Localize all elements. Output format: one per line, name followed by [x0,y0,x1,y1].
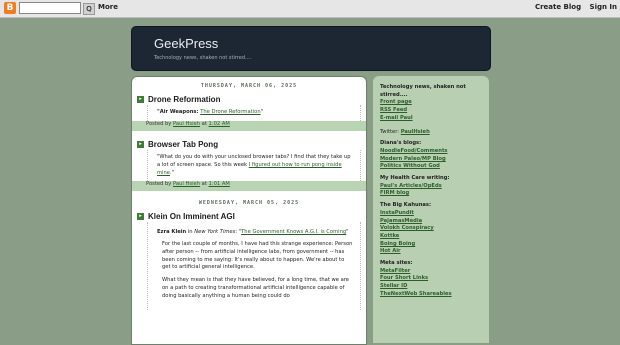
post-bullet-icon: ▸ [137,140,144,148]
blog-title[interactable]: GeekPress [154,36,218,51]
blogger-logo-icon[interactable]: B [4,2,16,14]
sign-in-link[interactable]: Sign In [590,3,617,11]
author-link[interactable]: Paul Hsieh [173,181,200,187]
sidebar-link[interactable]: Four Short Links [380,275,483,283]
sidebar-tagline: Technology news, shaken not stirred.... [380,84,466,98]
navbar-search-button[interactable]: Q [83,3,95,15]
intro-end: " [346,229,349,235]
post-link[interactable]: The Government Knows A.G.I. is Coming [241,229,346,235]
sidebar-link[interactable]: Politics Without God [380,163,483,171]
sidebar-link[interactable]: NoodleFood/Comments [380,148,483,156]
sidebar-link[interactable]: Kottke [380,233,483,241]
posted-by-label: Posted by [146,181,172,187]
sidebar-link[interactable]: Volokh Conspiracy [380,225,483,233]
post-intro: Ezra Klein in New York Times: "The Gover… [157,228,353,236]
post-body: "Air Weapons: The Drone Reformation" [147,105,361,121]
sidebar-link[interactable]: Paul's Articles/OpEds [380,183,483,191]
blog-header: GeekPress Technology news, shaken not st… [131,26,491,71]
sidebar-link[interactable]: PajamasMedia [380,218,483,226]
twitter-link[interactable]: PaulHsieh [401,129,430,135]
at-label: at [201,181,207,187]
sidebar-link-front-page[interactable]: Front page [380,99,483,107]
post-text-end: ." [169,170,175,176]
post-bullet-icon: ▸ [137,95,144,103]
post: ▸ Browser Tab Pong "What do you do with … [132,138,366,191]
post-bullet-icon: ▸ [137,212,144,220]
sidebar-link[interactable]: TheNextWeb Shareables [380,291,483,299]
sidebar: Technology news, shaken not stirred.... … [373,76,489,343]
dianas-blogs-heading: Diana's blogs: [380,140,422,147]
main-column: THURSDAY, MARCH 06, 2025 ▸ Drone Reforma… [131,76,367,345]
author-link[interactable]: Paul Hsieh [173,121,200,127]
sidebar-link[interactable]: Stellar ID [380,283,483,291]
quote-paragraph: For the last couple of months, I have ha… [162,241,353,271]
create-blog-link[interactable]: Create Blog [535,3,581,11]
sidebar-link[interactable]: MetaFilter [380,268,483,276]
at-label: at [201,121,207,127]
post-body: Ezra Klein in New York Times: "The Gover… [147,222,361,310]
blog-description: Technology news, shaken not stirred.... [154,55,252,61]
posted-by-label: Posted by [146,121,172,127]
intro-publication: New York Times [194,229,236,235]
sidebar-link[interactable]: Modern Paleo/MP Blog [380,156,483,164]
navbar-right-links: Create Blog Sign In [529,3,617,11]
health-care-heading: My Health Care writing: [380,175,450,182]
big-kahunas-heading: The Big Kahunas: [380,202,432,209]
twitter-label: Twitter: [380,128,401,135]
post-footer: Posted by Paul Hsieh at 1:02 AM [132,121,366,131]
sidebar-link[interactable]: InstaPundit [380,210,483,218]
post-footer: Posted by Paul Hsieh at 1:01 AM [132,181,366,191]
sidebar-link-rss[interactable]: RSS Feed [380,107,483,115]
sidebar-link-email[interactable]: E-mail Paul [380,115,483,123]
post-quote-label: "Air Weapons: [157,109,199,115]
blogger-navbar: B Q More Create Blog Sign In [0,0,620,18]
meta-sites-heading: Meta sites: [380,260,413,267]
post: ▸ Drone Reformation "Air Weapons: The Dr… [132,93,366,131]
post-time-link[interactable]: 1:02 AM [209,121,230,127]
sidebar-link[interactable]: Boing Boing [380,241,483,249]
sidebar-link[interactable]: FIRM blog [380,190,483,198]
post-title[interactable]: Klein On Imminent AGI [148,212,235,221]
navbar-search-input[interactable] [19,2,81,14]
post-title[interactable]: Drone Reformation [148,95,220,104]
date-header: WEDNESDAY, MARCH 05, 2025 [198,200,300,206]
post-title[interactable]: Browser Tab Pong [148,140,218,149]
post-quote-end: " [260,109,263,115]
quote-paragraph: What they mean is that they have believe… [162,277,349,299]
navbar-more-link[interactable]: More [98,3,118,11]
intro-author: Ezra Klein [157,229,187,235]
blockquote: For the last couple of months, I have ha… [162,241,353,301]
sidebar-link[interactable]: Hot Air [380,248,483,256]
post-time-link[interactable]: 1:01 AM [209,181,230,187]
post: ▸ Klein On Imminent AGI Ezra Klein in Ne… [137,210,361,310]
date-header: THURSDAY, MARCH 06, 2025 [200,83,298,89]
post-body: "What do you do with your unclosed brows… [147,150,361,181]
post-link[interactable]: The Drone Reformation [200,109,260,115]
